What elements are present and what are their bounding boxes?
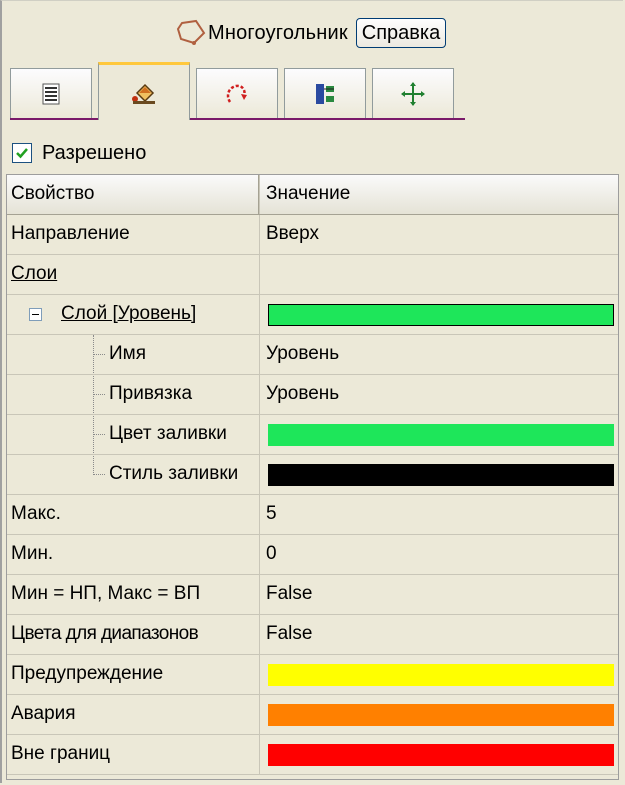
row-layers[interactable]: Слои [7,255,618,295]
property-grid: Свойство Значение Направление Вверх Слои… [6,174,619,780]
column-header-value[interactable]: Значение [259,175,618,214]
property-name: Стиль заливки [109,463,239,484]
property-value[interactable]: False [259,575,618,614]
property-name: Имя [109,343,147,364]
property-value[interactable] [259,455,618,494]
panel-header: Многоугольник Справка [0,0,625,60]
row-min-max-np-vp[interactable]: Мин = НП, Макс = ВП False [7,575,618,615]
enabled-row: Разрешено [12,140,146,166]
property-value[interactable]: 5 [259,495,618,534]
warning-color-swatch[interactable] [268,664,614,686]
layer-color-swatch[interactable] [268,304,614,326]
row-out-of-bounds[interactable]: Вне границ [7,735,618,775]
fill-color-swatch[interactable] [268,424,614,446]
property-value[interactable] [259,255,618,294]
checkmark-icon [16,148,28,159]
tab-align[interactable] [284,68,366,118]
list-icon [42,83,60,104]
row-range-colors[interactable]: Цвета для диапазонов False [7,615,618,655]
rotate-icon [226,84,247,103]
property-name: Мин = НП, Макс = ВП [11,583,201,604]
help-button[interactable]: Справка [355,18,447,48]
property-name: Предупреждение [11,663,164,684]
property-name: Цвета для диапазонов [11,623,199,644]
row-direction[interactable]: Направление Вверх [7,215,618,255]
row-alarm[interactable]: Авария [7,695,618,735]
property-name: Авария [11,703,76,724]
alarm-color-swatch[interactable] [268,704,614,726]
tab-rotate[interactable] [196,68,278,118]
property-name-link[interactable]: Слои [7,255,259,294]
out-of-bounds-color-swatch[interactable] [268,744,614,766]
panel-title: Многоугольник [208,21,348,44]
property-name: Мин. [11,543,54,564]
tab-underline [10,118,465,120]
align-icon [316,83,334,104]
row-fill-style[interactable]: Стиль заливки [7,455,618,495]
enabled-label: Разрешено [42,141,147,164]
enabled-checkbox[interactable] [12,143,32,163]
property-name: Макс. [11,503,61,524]
collapse-icon[interactable] [29,308,42,321]
row-max[interactable]: Макс. 5 [7,495,618,535]
property-value[interactable]: False [259,615,618,654]
row-layer-binding[interactable]: Привязка Уровень [7,375,618,415]
property-name: Направление [11,223,130,244]
fill-style-swatch[interactable] [268,464,614,486]
polygon-icon [176,19,206,45]
property-name: Цвет заливки [109,423,227,444]
property-value[interactable]: 0 [259,535,618,574]
row-warning[interactable]: Предупреждение [7,655,618,695]
property-value[interactable] [259,735,618,774]
column-header-property[interactable]: Свойство [7,175,259,214]
tab-fill[interactable] [98,62,190,120]
paint-bucket-icon [132,83,155,104]
property-value[interactable] [259,415,618,454]
property-value[interactable] [259,695,618,734]
row-fill-color[interactable]: Цвет заливки [7,415,618,455]
row-layer[interactable]: Слой [Уровень] [7,295,618,335]
property-value[interactable] [259,655,618,694]
tab-strip [10,62,465,120]
header-title-group: Многоугольник Справка [176,18,447,48]
row-layer-name[interactable]: Имя Уровень [7,335,618,375]
move-icon [401,81,425,106]
property-value[interactable]: Уровень [259,335,618,374]
layer-link[interactable]: Слой [Уровень] [61,295,196,333]
property-name: Привязка [109,383,193,404]
tab-general[interactable] [10,68,92,118]
property-value[interactable] [259,295,618,334]
row-min[interactable]: Мин. 0 [7,535,618,575]
property-value[interactable]: Вверх [259,215,618,254]
grid-header: Свойство Значение [7,175,618,215]
tab-move[interactable] [372,68,454,118]
property-name-cell: Слой [Уровень] [7,295,259,334]
property-value[interactable]: Уровень [259,375,618,414]
property-name: Вне границ [11,743,111,764]
